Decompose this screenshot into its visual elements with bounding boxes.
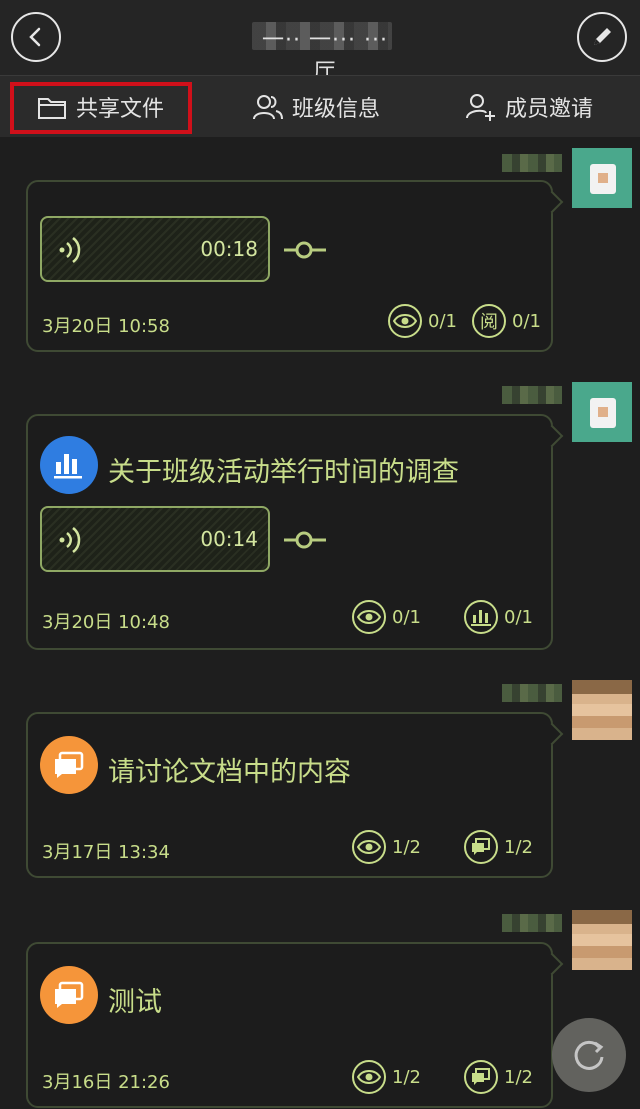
- audio-player[interactable]: 00:18: [40, 216, 270, 282]
- tab-label: 成员邀请: [505, 97, 594, 122]
- tab-label: 班级信息: [292, 97, 381, 122]
- comment-count-value: 1/2: [504, 836, 533, 858]
- tab-member-invite[interactable]: 成员邀请: [465, 76, 593, 138]
- discussion-icon: [40, 736, 98, 794]
- vote-count-value: 0/1: [504, 606, 533, 628]
- audio-duration: 00:14: [200, 527, 258, 551]
- avatar[interactable]: [572, 910, 632, 970]
- survey-icon: [40, 436, 98, 494]
- message-title: 关于班级活动举行时间的调查: [108, 457, 459, 488]
- message-card[interactable]: 测试 3月16日 21:26 1/2 1/2: [26, 942, 553, 1108]
- message-title: 请讨论文档中的内容: [108, 757, 351, 788]
- message-title: 测试: [108, 987, 162, 1018]
- voice-icon: [59, 527, 81, 553]
- pencil-icon: [594, 28, 611, 45]
- refresh-button[interactable]: [552, 1018, 626, 1092]
- top-bar: 一·· 一··· ··· 厅: [0, 0, 640, 85]
- tab-class-info[interactable]: 班级信息: [252, 76, 380, 138]
- sender-name-blurred: [502, 914, 562, 932]
- message-date: 3月16日 21:26: [42, 1072, 170, 1093]
- chat-icon: [472, 1068, 490, 1085]
- bar-chart-icon: [471, 610, 491, 626]
- message-date: 3月17日 13:34: [42, 842, 170, 863]
- chevron-left-icon: [29, 27, 41, 47]
- slider-handle-icon[interactable]: [284, 240, 326, 260]
- message-card[interactable]: 请讨论文档中的内容 3月17日 13:34 1/2 1/2: [26, 712, 553, 878]
- sender-name-blurred: [502, 386, 562, 404]
- edit-button[interactable]: [577, 12, 627, 62]
- audio-player[interactable]: 00:14: [40, 506, 270, 572]
- highlight-box: [10, 82, 192, 134]
- message-card[interactable]: 00:18 3月20日 10:58 0/1 阅 0/1: [26, 180, 553, 352]
- message-date: 3月20日 10:58: [42, 316, 170, 337]
- eye-icon: [357, 840, 381, 854]
- chat-icon: [472, 838, 490, 855]
- eye-icon: [357, 610, 381, 624]
- read-count[interactable]: 阅 0/1: [472, 304, 541, 338]
- eye-icon: [357, 1070, 381, 1084]
- view-count-value: 0/1: [392, 606, 421, 628]
- back-button[interactable]: [11, 12, 61, 62]
- comment-count[interactable]: 1/2: [464, 1060, 533, 1094]
- view-count[interactable]: 0/1: [352, 600, 421, 634]
- comment-count[interactable]: 1/2: [464, 830, 533, 864]
- add-user-icon: [466, 94, 495, 121]
- avatar[interactable]: [572, 148, 632, 208]
- page-title: 一·· 一··· ··· 厅: [262, 28, 388, 85]
- view-count[interactable]: 1/2: [352, 1060, 421, 1094]
- view-count-value: 1/2: [392, 1066, 421, 1088]
- read-icon: 阅: [472, 304, 506, 338]
- sender-name-blurred: [502, 154, 562, 172]
- slider-handle-icon[interactable]: [284, 530, 326, 550]
- vote-count[interactable]: 0/1: [464, 600, 533, 634]
- sender-name-blurred: [502, 684, 562, 702]
- read-count-value: 0/1: [512, 310, 541, 332]
- eye-icon: [393, 314, 417, 328]
- view-count-value: 0/1: [428, 310, 457, 332]
- refresh-icon: [574, 1040, 604, 1070]
- people-icon: [253, 95, 283, 120]
- discussion-icon: [40, 966, 98, 1024]
- view-count-value: 1/2: [392, 836, 421, 858]
- message-date: 3月20日 10:48: [42, 612, 170, 633]
- audio-duration: 00:18: [200, 237, 258, 261]
- comment-count-value: 1/2: [504, 1066, 533, 1088]
- view-count[interactable]: 0/1: [388, 304, 457, 338]
- message-card[interactable]: 关于班级活动举行时间的调查 00:14 3月20日 10:48 0/1 0/1: [26, 414, 553, 650]
- avatar[interactable]: [572, 680, 632, 740]
- avatar[interactable]: [572, 382, 632, 442]
- view-count[interactable]: 1/2: [352, 830, 421, 864]
- voice-icon: [59, 237, 81, 263]
